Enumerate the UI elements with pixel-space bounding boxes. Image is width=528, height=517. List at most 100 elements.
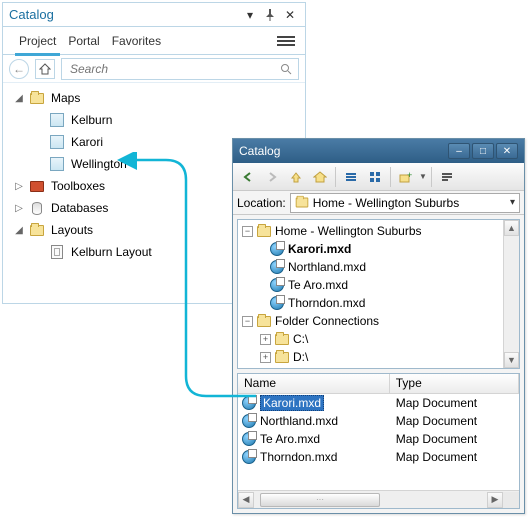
column-label: Name — [244, 376, 276, 390]
layout-icon — [49, 244, 65, 260]
expand-icon[interactable]: + — [260, 334, 271, 345]
tree-label: Home - Wellington Suburbs — [275, 224, 422, 238]
home-folder-icon — [257, 226, 271, 237]
database-icon — [29, 200, 45, 216]
mxd-icon — [242, 396, 256, 410]
search-input[interactable] — [68, 61, 280, 77]
expand-icon[interactable]: + — [260, 352, 271, 363]
scroll-down-button[interactable]: ▼ — [504, 352, 519, 368]
list-row[interactable]: Karori.mxd Map Document — [238, 394, 519, 412]
expander-icon[interactable]: ◢ — [13, 225, 25, 236]
cell-name: Northland.mxd — [260, 414, 338, 428]
tree-file-tearo[interactable]: Te Aro.mxd — [240, 276, 501, 294]
tree-label: Kelburn Layout — [69, 244, 154, 260]
map-icon — [49, 112, 65, 128]
tree-label: Thorndon.mxd — [288, 296, 365, 310]
tree-file-northland[interactable]: Northland.mxd — [240, 258, 501, 276]
mxd-icon — [270, 242, 284, 256]
pane-title: Catalog — [9, 7, 239, 22]
home-button[interactable] — [35, 59, 55, 79]
collapse-icon[interactable]: − — [242, 226, 253, 237]
mxd-icon — [242, 414, 256, 428]
folder-icon — [29, 90, 45, 106]
window-title-bar[interactable]: Catalog – □ ✕ — [233, 139, 524, 163]
list-row[interactable]: Northland.mxd Map Document — [238, 412, 519, 430]
list-view-button[interactable] — [340, 166, 362, 188]
search-row: ← — [3, 55, 305, 83]
search-field[interactable] — [61, 58, 299, 80]
tab-project[interactable]: Project — [13, 27, 62, 55]
catalog-tree: − Home - Wellington Suburbs Karori.mxd N… — [238, 220, 503, 368]
cell-name: Te Aro.mxd — [260, 432, 320, 446]
tree-file-karori[interactable]: Karori.mxd — [240, 240, 501, 258]
close-button[interactable]: ✕ — [496, 143, 518, 159]
tree-label: Wellington — [69, 156, 129, 172]
vertical-scrollbar[interactable]: ▲ ▼ — [503, 220, 519, 368]
mxd-icon — [270, 296, 284, 310]
mxd-icon — [242, 432, 256, 446]
scroll-right-button[interactable]: ▶ — [487, 492, 503, 508]
tree-file-thorndon[interactable]: Thorndon.mxd — [240, 294, 501, 312]
scroll-left-button[interactable]: ◀ — [238, 492, 254, 508]
catalog-window: Catalog – □ ✕ + ▼ Location: Home - Welli… — [232, 138, 525, 514]
tree-drive-d[interactable]: + D:\ — [240, 348, 501, 366]
tab-favorites[interactable]: Favorites — [106, 27, 167, 55]
details-view-button[interactable] — [364, 166, 386, 188]
cell-type: Map Document — [390, 414, 519, 428]
column-label: Type — [396, 376, 422, 390]
tree-label: Karori — [69, 134, 105, 150]
list-row[interactable]: Thorndon.mxd Map Document — [238, 448, 519, 466]
tree-label: Karori.mxd — [288, 242, 351, 256]
forward-button[interactable] — [261, 166, 283, 188]
tab-portal-label: Portal — [68, 34, 99, 48]
cell-type: Map Document — [390, 450, 519, 464]
tree-drive-c[interactable]: + C:\ — [240, 330, 501, 348]
list-row[interactable]: Te Aro.mxd Map Document — [238, 430, 519, 448]
tab-portal[interactable]: Portal — [62, 27, 105, 55]
mxd-icon — [270, 278, 284, 292]
pin-icon[interactable] — [261, 6, 279, 24]
close-icon[interactable]: ✕ — [281, 6, 299, 24]
collapse-icon[interactable]: − — [242, 316, 253, 327]
column-name[interactable]: Name — [238, 374, 390, 393]
list-header: Name Type — [238, 374, 519, 394]
resize-grip[interactable] — [503, 492, 519, 508]
dropdown-icon[interactable]: ▾ — [510, 197, 515, 208]
map-icon — [49, 156, 65, 172]
minimize-button[interactable]: – — [448, 143, 470, 159]
column-type[interactable]: Type — [390, 374, 519, 393]
home-button[interactable] — [309, 166, 331, 188]
tree-node-folderconn[interactable]: − Folder Connections — [240, 312, 501, 330]
toolbox-icon — [29, 178, 45, 194]
location-field[interactable]: Home - Wellington Suburbs ▾ — [290, 193, 520, 213]
maximize-button[interactable]: □ — [472, 143, 494, 159]
dropdown-icon[interactable]: ▾ — [241, 6, 259, 24]
tree-item-kelburn[interactable]: Kelburn — [9, 109, 299, 131]
map-icon — [49, 134, 65, 150]
tree-label: Northland.mxd — [288, 260, 366, 274]
list-body: Karori.mxd Map Document Northland.mxd Ma… — [238, 394, 519, 490]
mxd-icon — [270, 260, 284, 274]
tree-node-maps[interactable]: ◢ Maps — [9, 87, 299, 109]
scroll-thumb[interactable]: ··· — [260, 493, 380, 507]
tree-label: Maps — [49, 90, 82, 106]
properties-button[interactable] — [436, 166, 458, 188]
expander-icon[interactable]: ▷ — [13, 181, 25, 192]
tree-label: Folder Connections — [275, 314, 379, 328]
up-button[interactable] — [285, 166, 307, 188]
tree-label: Layouts — [49, 222, 95, 238]
back-button[interactable] — [237, 166, 259, 188]
pane-tabs: Project Portal Favorites — [3, 27, 305, 55]
location-bar: Location: Home - Wellington Suburbs ▾ — [233, 191, 524, 215]
home-folder-icon — [295, 198, 308, 208]
tree-node-home[interactable]: − Home - Wellington Suburbs — [240, 222, 501, 240]
connect-folder-button[interactable]: + — [395, 166, 417, 188]
expander-icon[interactable]: ◢ — [13, 93, 25, 104]
back-button[interactable]: ← — [9, 59, 29, 79]
expander-icon[interactable]: ▷ — [13, 203, 25, 214]
location-value: Home - Wellington Suburbs — [313, 196, 460, 210]
horizontal-scrollbar[interactable]: ◀ ··· ▶ — [238, 490, 519, 508]
scroll-up-button[interactable]: ▲ — [504, 220, 519, 236]
tree-label: Toolboxes — [49, 178, 107, 194]
menu-icon[interactable] — [277, 32, 295, 50]
